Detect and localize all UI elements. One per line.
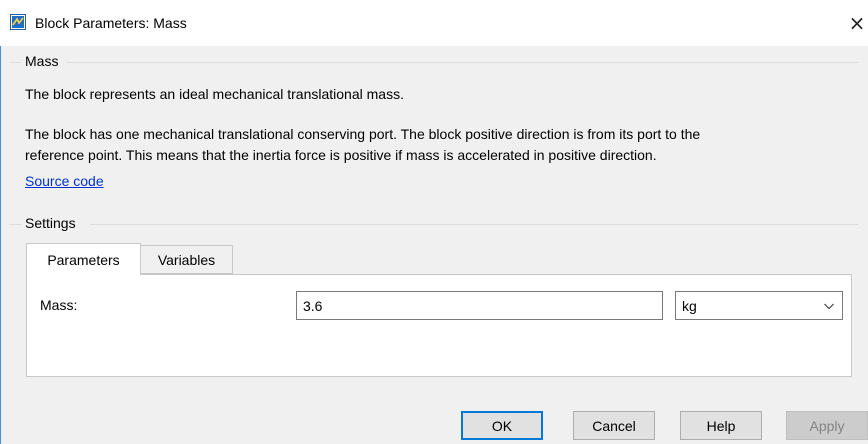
description-detail-line-1: The block has one mechanical translation… (25, 126, 701, 142)
ok-button[interactable]: OK (461, 411, 543, 440)
settings-group-line-left (9, 224, 21, 225)
settings-group-title: Settings (25, 215, 80, 231)
tab-variables[interactable]: Variables (141, 245, 233, 274)
window-title: Block Parameters: Mass (35, 15, 187, 31)
tab-parameters[interactable]: Parameters (26, 243, 141, 275)
parameters-panel (26, 274, 852, 377)
mass-value-input[interactable] (296, 291, 663, 320)
tab-parameters-label: Parameters (47, 251, 120, 268)
simulink-app-icon (10, 14, 26, 30)
description-summary: The block represents an ideal mechanical… (25, 86, 404, 102)
mass-label: Mass: (40, 297, 78, 313)
description-group-title: Mass (25, 53, 63, 69)
description-group-line-left (9, 62, 21, 63)
chevron-down-icon (824, 303, 834, 310)
title-bar: Block Parameters: Mass × (0, 0, 868, 46)
description-detail-line-2: reference point. This means that the ine… (25, 147, 657, 163)
close-button[interactable]: × (846, 10, 868, 36)
description-group-line (66, 62, 858, 63)
mass-unit-select[interactable]: kg (675, 291, 843, 320)
tab-variables-label: Variables (157, 251, 216, 268)
cancel-button[interactable]: Cancel (573, 411, 655, 440)
window-border (0, 46, 1, 444)
close-icon: × (848, 11, 866, 35)
source-code-link[interactable]: Source code (25, 173, 104, 189)
settings-group-line (90, 224, 858, 225)
help-button[interactable]: Help (680, 411, 762, 440)
apply-button[interactable]: Apply (786, 411, 868, 440)
mass-unit-value: kg (682, 297, 697, 314)
